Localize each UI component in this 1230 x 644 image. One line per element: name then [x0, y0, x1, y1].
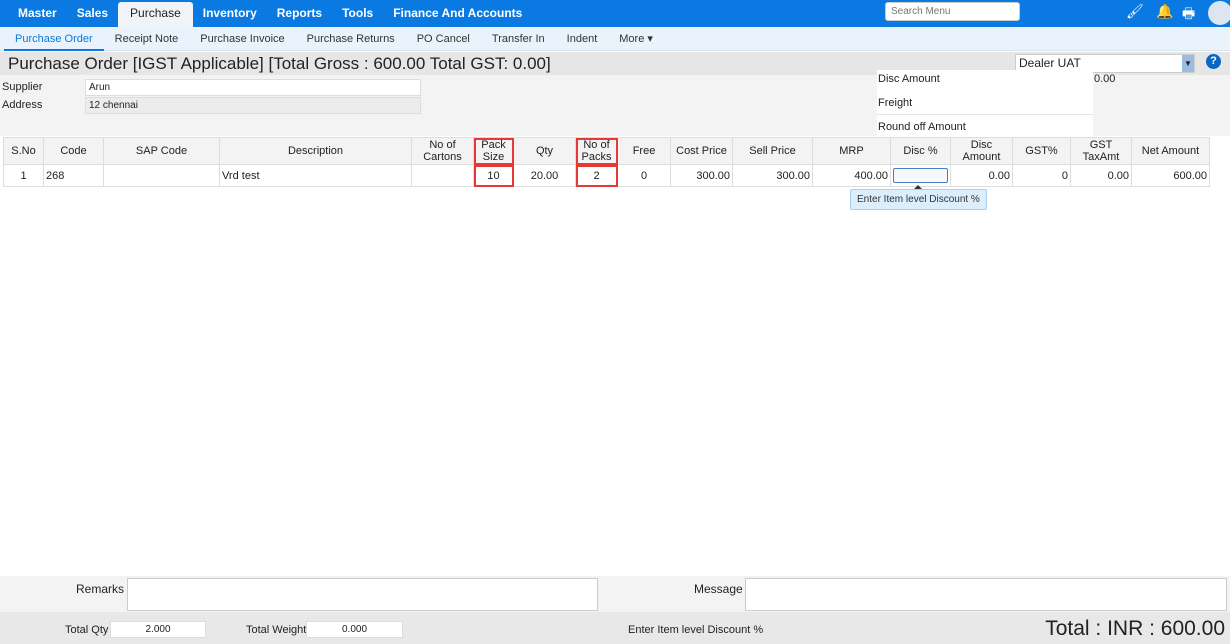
cell-cartons[interactable]	[411, 164, 474, 187]
message-textarea[interactable]	[745, 578, 1227, 611]
bell-icon[interactable]: 🔔	[1156, 3, 1173, 20]
total-weight-label: Total Weight	[246, 624, 307, 636]
printer-icon[interactable]: 🖶	[1182, 3, 1195, 27]
discount-tooltip: Enter Item level Discount %	[850, 185, 987, 210]
grand-total: Total : INR : 600.00	[1045, 617, 1225, 640]
disc-amount-value: 0.00	[1094, 73, 1116, 85]
freight-label: Freight	[877, 91, 1093, 115]
col-no-of-packs: No of Packs	[575, 137, 618, 165]
cell-gst-pct: 0	[1012, 164, 1071, 187]
brush-icon[interactable]: 🖌	[1126, 3, 1144, 20]
supplier-input[interactable]: Arun	[85, 79, 421, 96]
supplier-label: Supplier	[2, 81, 43, 93]
menu-tools[interactable]: Tools	[332, 0, 383, 27]
tab-purchase-returns[interactable]: Purchase Returns	[296, 27, 406, 51]
total-qty-value: 2.000	[110, 621, 206, 638]
table-row: 1 268 Vrd test 10 20.00 2 0 300.00 300.0…	[3, 164, 1210, 187]
total-weight-value: 0.000	[306, 621, 403, 638]
cell-mrp[interactable]: 400.00	[812, 164, 891, 187]
cell-code[interactable]: 268	[43, 164, 104, 187]
menu-master[interactable]: Master	[8, 0, 67, 27]
hint-text: Enter Item level Discount %	[628, 624, 764, 636]
tab-more[interactable]: More ▾	[608, 27, 664, 51]
cell-net-amount: 600.00	[1131, 164, 1210, 187]
tab-receipt-note[interactable]: Receipt Note	[104, 27, 190, 51]
cell-sap-code[interactable]	[103, 164, 220, 187]
tab-transfer-in[interactable]: Transfer In	[481, 27, 556, 51]
tab-indent[interactable]: Indent	[556, 27, 609, 51]
col-gst-pct: GST%	[1012, 137, 1071, 165]
col-cost-price: Cost Price	[670, 137, 733, 165]
avatar[interactable]	[1208, 1, 1230, 25]
chevron-down-icon: ▼	[1182, 55, 1194, 72]
cell-sell-price[interactable]: 300.00	[732, 164, 813, 187]
address-label: Address	[2, 99, 43, 111]
top-nav: Master Sales Purchase Inventory Reports …	[0, 0, 1230, 27]
address-input[interactable]: 12 chennai	[85, 97, 421, 114]
roundoff-label: Round off Amount	[877, 115, 1093, 139]
col-pack-size: Pack Size	[473, 137, 514, 165]
cell-sno: 1	[3, 164, 44, 187]
disc-pct-input[interactable]	[893, 168, 948, 183]
col-gst-taxamt: GST TaxAmt	[1070, 137, 1132, 165]
col-disc-amount: Disc Amount	[950, 137, 1013, 165]
col-qty: Qty	[513, 137, 576, 165]
col-free: Free	[617, 137, 671, 165]
message-label: Message	[694, 582, 743, 596]
cell-disc-pct[interactable]	[890, 164, 951, 187]
col-mrp: MRP	[812, 137, 891, 165]
dealer-value: Dealer UAT	[1019, 56, 1081, 70]
sub-nav: Purchase Order Receipt Note Purchase Inv…	[0, 27, 1230, 51]
remarks-textarea[interactable]	[127, 578, 598, 611]
col-code: Code	[43, 137, 104, 165]
total-qty-label: Total Qty	[65, 624, 109, 636]
menu-purchase[interactable]: Purchase	[118, 2, 193, 27]
cell-qty[interactable]: 20.00	[513, 164, 576, 187]
tab-purchase-invoice[interactable]: Purchase Invoice	[189, 27, 295, 51]
cell-cost-price[interactable]: 300.00	[670, 164, 733, 187]
tab-purchase-order[interactable]: Purchase Order	[4, 27, 104, 51]
col-disc-pct: Disc %	[890, 137, 951, 165]
tab-po-cancel[interactable]: PO Cancel	[406, 27, 481, 51]
col-sell-price: Sell Price	[732, 137, 813, 165]
cell-description[interactable]: Vrd test	[219, 164, 412, 187]
table-header: S.No Code SAP Code Description No of Car…	[3, 137, 1210, 165]
col-net-amount: Net Amount	[1131, 137, 1210, 165]
page-title: Purchase Order [IGST Applicable] [Total …	[8, 54, 551, 73]
cell-no-of-packs[interactable]: 2	[575, 164, 618, 187]
cell-disc-amount[interactable]: 0.00	[950, 164, 1013, 187]
cell-free[interactable]: 0	[617, 164, 671, 187]
menu-inventory[interactable]: Inventory	[193, 0, 267, 27]
col-description: Description	[219, 137, 412, 165]
col-sap-code: SAP Code	[103, 137, 220, 165]
remarks-label: Remarks	[76, 582, 125, 596]
menu-reports[interactable]: Reports	[267, 0, 332, 27]
col-cartons: No of Cartons	[411, 137, 474, 165]
items-table: S.No Code SAP Code Description No of Car…	[3, 137, 1210, 187]
search-menu-input[interactable]: Search Menu	[885, 2, 1020, 21]
col-sno: S.No	[3, 137, 44, 165]
cell-pack-size[interactable]: 10	[473, 164, 514, 187]
menu-sales[interactable]: Sales	[67, 0, 118, 27]
cell-gst-taxamt: 0.00	[1070, 164, 1132, 187]
help-icon[interactable]: ?	[1206, 54, 1221, 69]
menu-finance[interactable]: Finance And Accounts	[383, 0, 532, 27]
